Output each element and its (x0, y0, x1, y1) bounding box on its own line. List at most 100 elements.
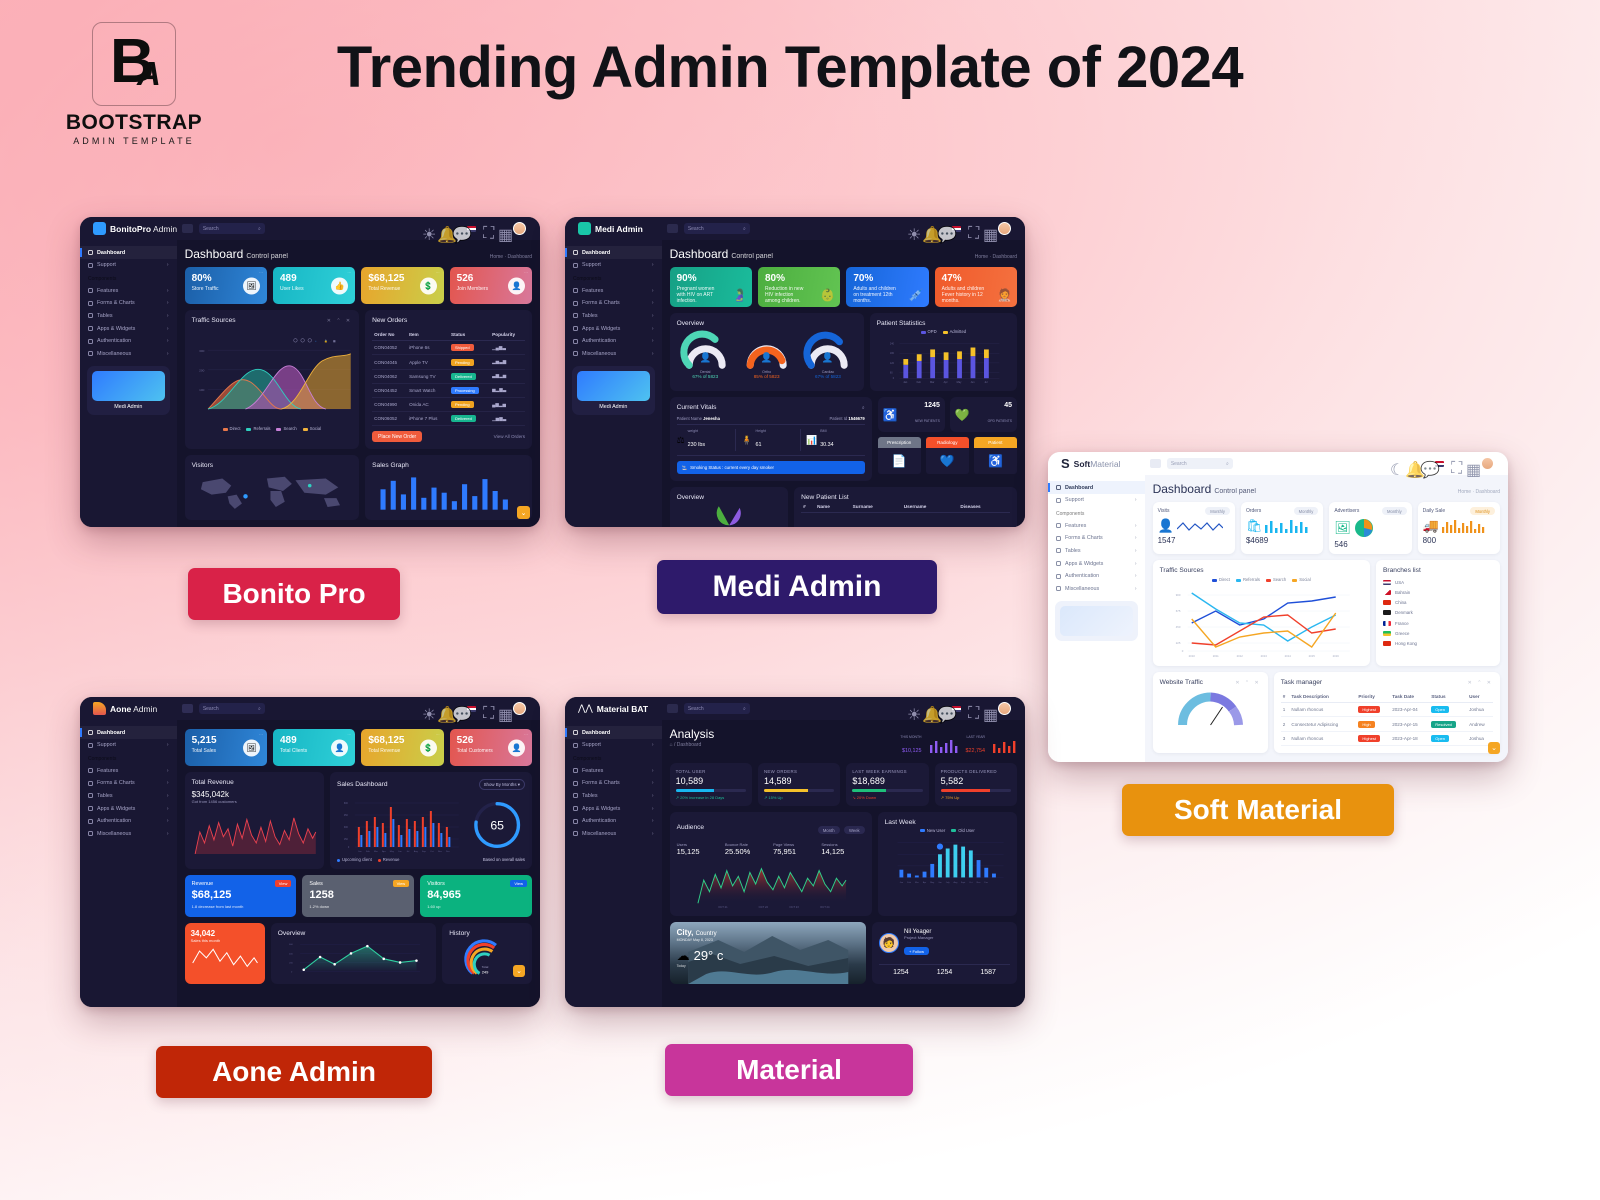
medi-menu-toggle-icon[interactable] (666, 224, 678, 234)
tile-prescription[interactable]: Prescription 📄 (877, 437, 921, 481)
material-brand[interactable]: ⋀⋀ Material BAT (574, 703, 667, 714)
avatar[interactable] (998, 222, 1011, 236)
stat-card[interactable]: 90% Pregnant women with HIV on ART infec… (669, 267, 752, 308)
table-row[interactable]: 1 Nullam rhoncus Highest 2023-Apr-04 Open Jos… (1280, 702, 1493, 718)
fullscreen-icon[interactable]: ⛶ (483, 225, 494, 242)
sidebar-item-support[interactable]: Support › (80, 259, 177, 272)
view-all-orders-link[interactable]: View All Orders (494, 434, 525, 439)
theme-toggle-icon[interactable]: ☾ (1390, 460, 1404, 479)
panel-tools[interactable]: ✕ ⌃ ✕ (1468, 680, 1493, 686)
theme-toggle-icon[interactable]: ☀ (907, 705, 921, 724)
sidebar-item-dashboard[interactable]: Dashboard (80, 726, 177, 739)
sidebar-item-dashboard[interactable]: Dashboard (1048, 481, 1145, 494)
sidebar-item-apps-widgets[interactable]: Apps & Widgets › (565, 802, 662, 815)
grid-apps-icon[interactable]: ▦ (983, 705, 998, 724)
stat-card[interactable]: 526 Total Customers 👤 ⋯ (449, 729, 533, 767)
sidebar-item-authentication[interactable]: Authentication › (1048, 570, 1145, 583)
follow-button[interactable]: + Follow (904, 947, 930, 956)
kpi-card-sales[interactable]: Sales 1258 1.2% down View (302, 875, 415, 918)
stat-card[interactable]: 80% Reduction in new HIV infection among… (757, 267, 841, 308)
aone-brand[interactable]: Aone Admin (89, 702, 182, 716)
sidebar-item-miscellaneous[interactable]: Miscellaneous › (565, 827, 662, 840)
list-item[interactable]: France (1383, 618, 1493, 628)
material-menu-toggle-icon[interactable] (666, 704, 678, 714)
list-item[interactable]: Greece (1383, 628, 1493, 638)
sales-this-month-card[interactable]: 34,042 Sales this month (184, 923, 265, 985)
sidebar-item-tables[interactable]: Tables › (565, 310, 662, 323)
sidebar-item-support[interactable]: Support › (565, 739, 662, 752)
stat-card[interactable]: $68,125 Total Revenue 💲 ⋯ (361, 267, 444, 305)
chat-icon[interactable]: 💬 (452, 225, 472, 244)
sidebar-item-features[interactable]: Features › (80, 284, 177, 297)
fab-add-button[interactable]: ⌄ (1488, 742, 1500, 754)
view-button[interactable]: View (510, 880, 527, 888)
chat-icon[interactable]: 💬 (937, 705, 957, 724)
sidebar-item-forms-charts[interactable]: Forms & Charts › (565, 777, 662, 790)
sidebar-item-tables[interactable]: Tables › (80, 790, 177, 803)
avatar[interactable] (513, 702, 526, 716)
sidebar-item-dashboard[interactable]: Dashboard (80, 246, 177, 259)
sidebar-item-miscellaneous[interactable]: Miscellaneous › (80, 827, 177, 840)
bonito-brand[interactable]: BonitoPro Admin (89, 222, 182, 236)
table-row[interactable]: CON06052 iPhone 7 Plus Delivered ▁▅▆▃ (372, 411, 525, 427)
stat-card-advertisers[interactable]: Advertisers Monthly 🖼 546 (1329, 502, 1412, 555)
stat-card[interactable]: 5,215 Total Sales 🖼 ⋯ (184, 729, 267, 767)
table-row[interactable]: CON04045 Apple TV Pending ▂▅▃▆ (372, 354, 525, 370)
theme-toggle-icon[interactable]: ☀ (907, 225, 921, 244)
avatar[interactable] (998, 702, 1011, 716)
sidebar-item-apps-widgets[interactable]: Apps & Widgets › (80, 802, 177, 815)
sidebar-item-features[interactable]: Features › (1048, 519, 1145, 532)
soft-menu-toggle-icon[interactable] (1149, 459, 1161, 469)
grid-apps-icon[interactable]: ▦ (1466, 460, 1481, 479)
sidebar-item-authentication[interactable]: Authentication › (565, 335, 662, 348)
sidebar-item-authentication[interactable]: Authentication › (80, 815, 177, 828)
theme-toggle-icon[interactable]: ☀ (422, 705, 436, 724)
week-toggle[interactable]: Week (844, 826, 865, 835)
sidebar-item-features[interactable]: Features › (565, 284, 662, 297)
table-row[interactable]: CON04990 Onida AC Pending ▄▆▂▅ (372, 397, 525, 413)
stat-card[interactable]: 489 Total Clients 👤 ⋯ (272, 729, 356, 767)
list-item[interactable]: Bahrain (1383, 587, 1493, 597)
table-row[interactable]: CON04052 iPhone 6s Shipped ▁▄▆▃ (372, 340, 525, 356)
sidebar-item-authentication[interactable]: Authentication › (80, 335, 177, 348)
sidebar-item-dashboard[interactable]: Dashboard (565, 246, 662, 259)
chat-icon[interactable]: 💬 (1420, 460, 1440, 479)
mock-medi-admin[interactable]: Medi Admin Search ⌕ ☀ 🔔 💬 ⛶ ▦ Dashboard S… (565, 217, 1025, 527)
sidebar-item-forms-charts[interactable]: Forms & Charts › (1048, 532, 1145, 545)
sidebar-item-tables[interactable]: Tables › (80, 310, 177, 323)
stat-card[interactable]: $68,125 Total Revenue 💲 ⋯ (361, 729, 444, 767)
mock-aone-admin[interactable]: Aone Admin Search ⌕ ☀ 🔔 💬 ⛶ ▦ Dashboard S… (80, 697, 540, 1007)
list-item[interactable]: USA (1383, 577, 1493, 587)
kpi-card-visitors[interactable]: Visitors 84,965 1.60 up View (420, 875, 532, 918)
sidebar-item-apps-widgets[interactable]: Apps & Widgets › (1048, 557, 1145, 570)
soft-brand[interactable]: S SoftMaterial (1057, 456, 1150, 471)
aone-search-input[interactable]: Search ⌕ (198, 703, 265, 715)
grid-apps-icon[interactable]: ▦ (498, 225, 513, 244)
fullscreen-icon[interactable]: ⛶ (968, 705, 979, 722)
stat-card-daily-sale[interactable]: Daily Sale Monthly 🚚 800 (1417, 502, 1501, 555)
list-item[interactable]: Denmark (1383, 608, 1493, 618)
theme-toggle-icon[interactable]: ☀ (422, 225, 436, 244)
stat-card-last-week-earnings[interactable]: LAST WEEK EARNINGS $18,689 ↘ 20% Down (846, 763, 929, 806)
stat-card[interactable]: 80% Store Traffic 🖼 ⋯ (184, 267, 267, 305)
sidebar-item-support[interactable]: Support › (80, 739, 177, 752)
sidebar-item-forms-charts[interactable]: Forms & Charts › (565, 297, 662, 310)
place-new-order-button[interactable]: Place New Order (372, 431, 423, 443)
material-search-input[interactable]: Search ⌕ (683, 703, 750, 715)
sidebar-item-apps-widgets[interactable]: Apps & Widgets › (80, 322, 177, 335)
grid-apps-icon[interactable]: ▦ (498, 705, 513, 724)
fab-add-button[interactable]: ⌄ (517, 506, 530, 519)
kpi-card-revenue[interactable]: Revenue $68,125 1.8 decrease from last m… (184, 875, 297, 918)
stat-card-visits[interactable]: Visits Monthly 👤 1547 (1152, 502, 1235, 555)
sidebar-item-tables[interactable]: Tables › (565, 790, 662, 803)
grid-apps-icon[interactable]: ▦ (983, 225, 998, 244)
show-by-months-dropdown[interactable]: Show By Months ▾ (478, 779, 525, 791)
sidebar-item-features[interactable]: Features › (80, 764, 177, 777)
stat-card[interactable]: 489 User Likes 👍 ⋯ (272, 267, 356, 305)
chat-icon[interactable]: 💬 (452, 705, 472, 724)
stat-card[interactable]: 47% Adults and children Fever history in… (934, 267, 1018, 308)
table-row[interactable]: CON04452 Smart Watch Processing ▅▂▆▃ (372, 383, 525, 399)
sidebar-item-tables[interactable]: Tables › (1048, 545, 1145, 558)
sidebar-item-miscellaneous[interactable]: Miscellaneous › (80, 347, 177, 360)
mock-material-bat[interactable]: ⋀⋀ Material BAT Search ⌕ ☀ 🔔 💬 ⛶ ▦ Dashbo… (565, 697, 1025, 1007)
